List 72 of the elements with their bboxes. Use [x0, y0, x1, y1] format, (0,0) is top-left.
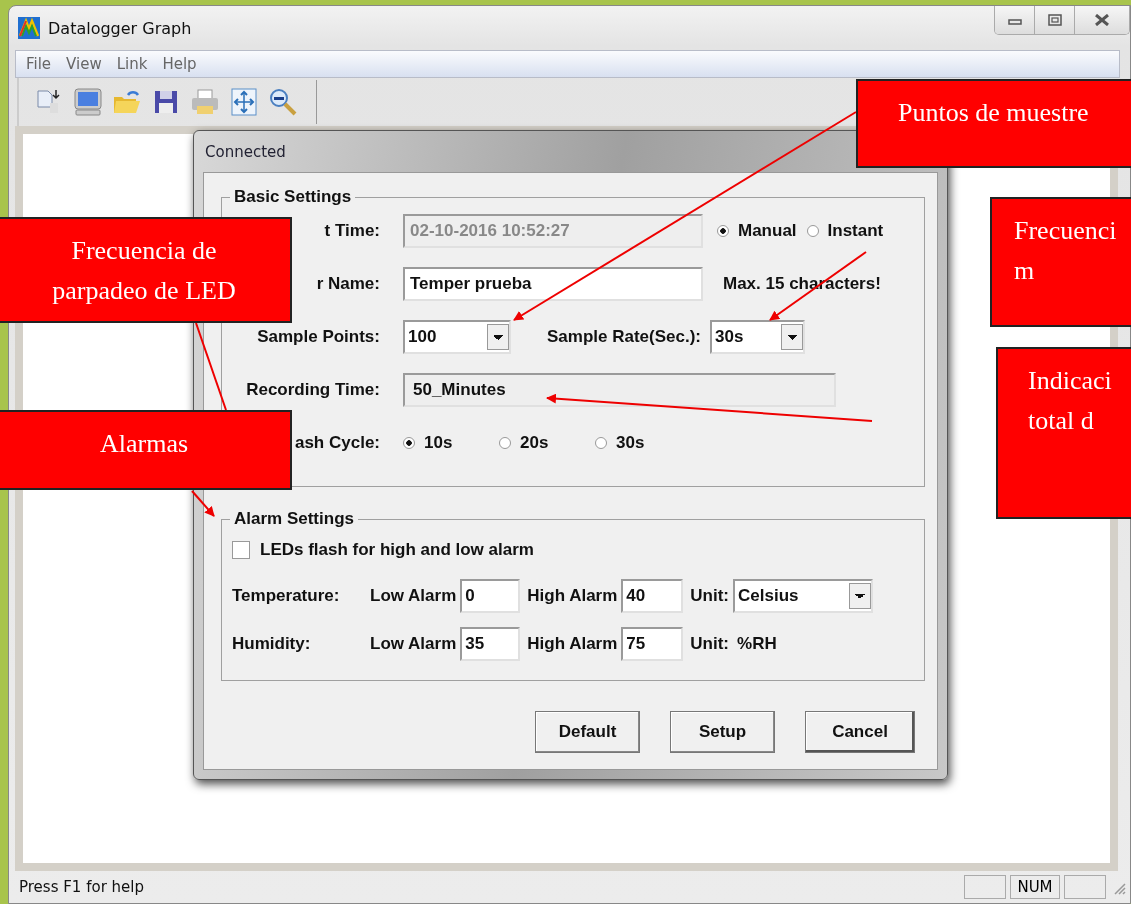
field-label: r Name: [315, 273, 381, 294]
callout-text: Alarmas [98, 428, 190, 460]
name-field[interactable]: Temper prueba [403, 266, 703, 301]
radio-button[interactable] [499, 436, 511, 449]
high-alarm-field[interactable]: 75 [621, 627, 684, 661]
fit-arrows-icon[interactable] [228, 86, 259, 118]
callout-text: Puntos de muestre [898, 97, 1090, 129]
field-label: Humidity: [232, 634, 312, 654]
dialog-button[interactable]: Setup [670, 711, 775, 753]
field-label: ash Cycle: [293, 432, 381, 453]
maximize-button[interactable] [1035, 6, 1075, 34]
radio-button[interactable] [806, 224, 819, 237]
dropdown[interactable]: 30s [710, 319, 805, 354]
field-label: Unit: [690, 586, 730, 606]
group-title: Basic Settings [233, 187, 353, 207]
minimize-button[interactable] [995, 6, 1035, 34]
caret-icon [781, 323, 803, 350]
status-text: Press F1 for help [18, 878, 144, 896]
dialog-button[interactable]: Default [535, 711, 640, 753]
leader-arrow [191, 490, 215, 517]
caret-icon [849, 583, 872, 609]
status-panel [964, 875, 1006, 899]
radio-button[interactable] [717, 224, 729, 237]
radio-button[interactable] [403, 436, 415, 449]
unit-text: %RH [737, 634, 777, 654]
radio-button[interactable] [595, 436, 607, 449]
field-label: Recording Time: [245, 379, 381, 400]
field-label: Sample Points: [256, 326, 381, 347]
menu-item[interactable]: View [60, 55, 111, 73]
window-title: Datalogger Graph [48, 18, 192, 38]
field-label: Unit: [690, 634, 730, 654]
unit-dropdown[interactable]: Celsius [733, 579, 874, 613]
field-label: Temperature: [232, 586, 341, 606]
dialog-button[interactable]: Cancel [805, 711, 915, 753]
field-label: High Alarm [527, 634, 618, 654]
callout-text: Indicaci [1028, 365, 1113, 397]
checkbox[interactable] [232, 541, 250, 559]
chart-logo-icon [18, 17, 40, 39]
checkbox-label: LEDs flash for high and low alarm [260, 540, 534, 560]
field-label: Low Alarm [370, 586, 457, 606]
radio-label: 10s [424, 432, 453, 453]
callout-text: Frecuenci [1014, 215, 1118, 247]
restore-icon [1047, 14, 1062, 26]
zoom-out-icon[interactable] [267, 86, 298, 118]
field-label: Low Alarm [370, 634, 457, 654]
monitor-icon[interactable] [72, 86, 103, 118]
num-lock-indicator: NUM [1010, 875, 1060, 899]
status-panel [1064, 875, 1106, 899]
recording-time-field: 50_Minutes [403, 372, 836, 407]
low-alarm-field[interactable]: 0 [460, 579, 521, 613]
group-title: Alarm Settings [233, 509, 355, 529]
menu-item[interactable]: Help [156, 55, 206, 73]
dropdown[interactable]: 100 [403, 319, 511, 354]
field-label: t Time: [323, 220, 381, 241]
dialog-title: Connected [205, 142, 286, 161]
callout-text: parpadeo de LED [51, 275, 237, 307]
field-label: Sample Rate(Sec.): [547, 326, 701, 347]
callout-text: Frecuencia de [70, 235, 218, 267]
menu-item[interactable]: File [20, 55, 61, 73]
radio-label: Instant [827, 220, 884, 241]
caret-icon [487, 323, 509, 350]
field-label: High Alarm [527, 586, 618, 606]
close-button[interactable] [1075, 6, 1129, 34]
high-alarm-field[interactable]: 40 [621, 579, 684, 613]
callout-text: m [1014, 255, 1036, 287]
radio-label: 30s [616, 432, 645, 453]
menu-item[interactable]: Link [110, 55, 157, 73]
close-icon [1094, 14, 1110, 26]
radio-label: Manual [738, 220, 797, 241]
radio-label: 20s [520, 432, 549, 453]
low-alarm-field[interactable]: 35 [460, 627, 521, 661]
callout-text: total d [1028, 405, 1095, 437]
